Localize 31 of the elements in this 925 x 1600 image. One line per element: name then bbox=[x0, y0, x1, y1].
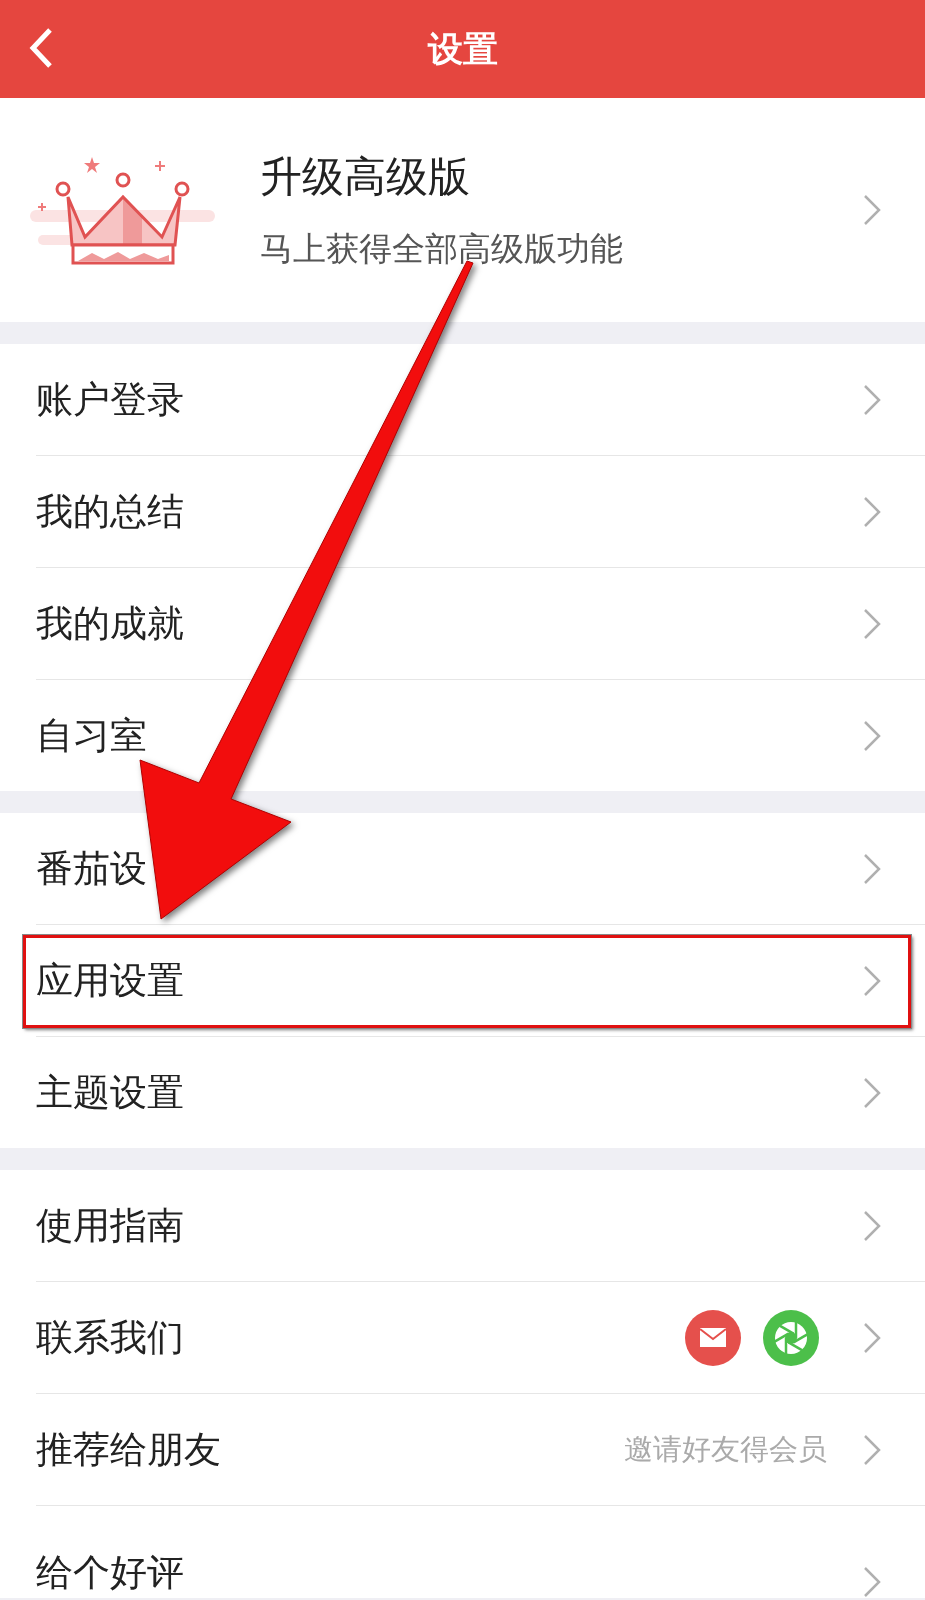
row-label: 联系我们 bbox=[36, 1314, 185, 1361]
row-label: 推荐给朋友 bbox=[36, 1426, 222, 1473]
back-icon[interactable] bbox=[28, 27, 54, 69]
chevron-icon bbox=[863, 852, 881, 885]
row-label: 使用指南 bbox=[36, 1202, 185, 1249]
row-label: 账户登录 bbox=[36, 376, 185, 423]
row-label: 番茄设 bbox=[36, 845, 148, 892]
chevron-icon bbox=[863, 607, 881, 640]
chevron-icon bbox=[863, 1433, 881, 1466]
chevron-icon bbox=[863, 495, 881, 528]
premium-subtitle: 马上获得全部高级版功能 bbox=[260, 227, 624, 270]
chevron-icon bbox=[863, 194, 881, 226]
chevron-icon bbox=[863, 383, 881, 416]
chevron-icon bbox=[863, 1566, 881, 1598]
chevron-icon bbox=[863, 1209, 881, 1242]
chevron-icon bbox=[863, 1076, 881, 1109]
row-hint: 邀请好友得会员 bbox=[624, 1430, 827, 1468]
chevron-icon bbox=[863, 1321, 881, 1354]
premium-banner[interactable]: 升级高级版 马上获得全部高级版功能 bbox=[0, 98, 925, 322]
page-title: 设置 bbox=[427, 27, 498, 71]
row-label: 我的成就 bbox=[36, 600, 185, 647]
row-label: 自习室 bbox=[36, 712, 148, 759]
chevron-icon bbox=[863, 719, 881, 752]
camera-shutter-icon[interactable] bbox=[763, 1309, 819, 1366]
row-label: 给个好评 bbox=[36, 1550, 185, 1596]
row-label: 主题设置 bbox=[36, 1069, 185, 1116]
row-label: 我的总结 bbox=[36, 488, 185, 535]
row-label: 应用设置 bbox=[36, 957, 185, 1004]
mail-icon[interactable] bbox=[685, 1309, 741, 1366]
premium-title: 升级高级版 bbox=[260, 150, 471, 203]
chevron-icon bbox=[863, 964, 881, 997]
